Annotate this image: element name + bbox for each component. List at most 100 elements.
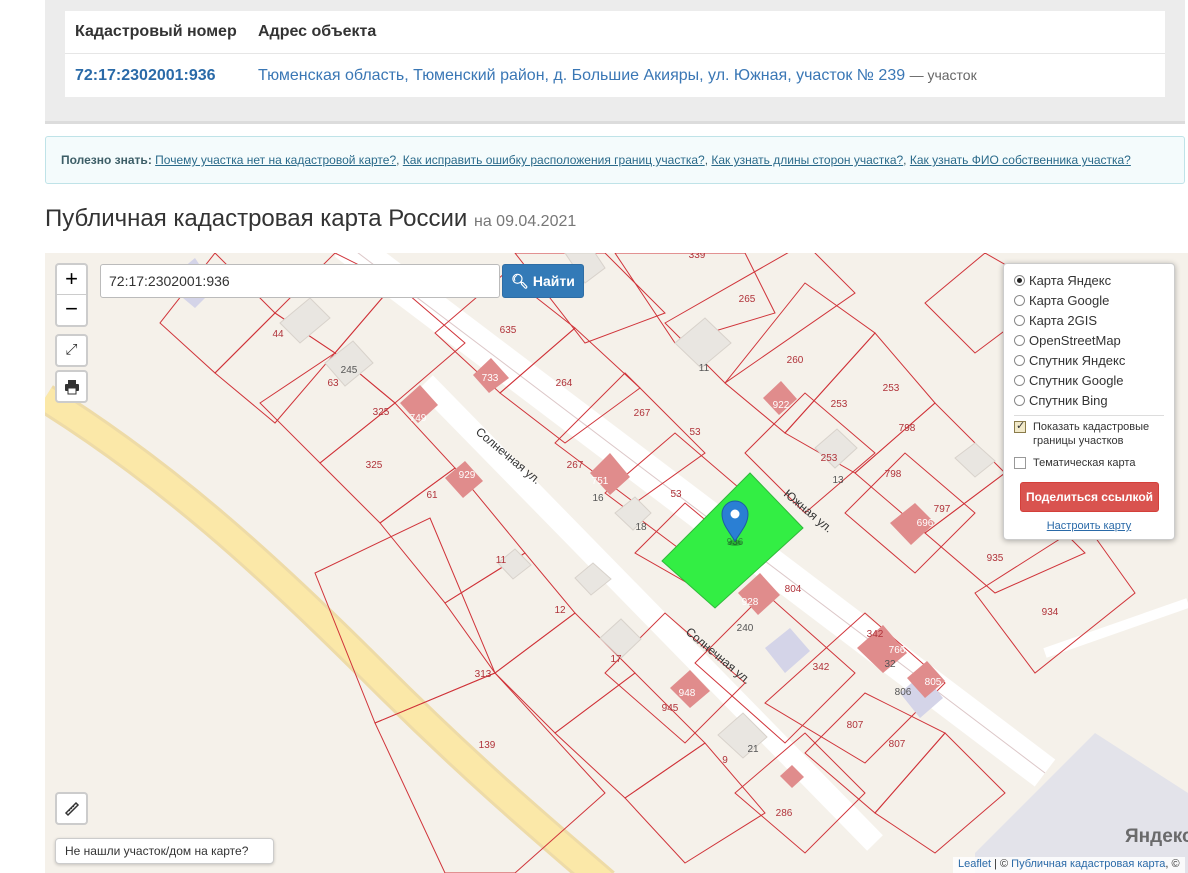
layer-option-google-map[interactable]: Карта Google bbox=[1014, 290, 1174, 310]
layer-label: Карта Google bbox=[1029, 292, 1110, 308]
layer-option-google-satellite[interactable]: Спутник Google bbox=[1014, 370, 1174, 390]
parcel-label: 17 bbox=[610, 654, 622, 665]
cadastral-search-input[interactable] bbox=[100, 264, 500, 298]
parcel-label: 807 bbox=[847, 720, 864, 731]
parcel-label: 44 bbox=[272, 329, 284, 340]
search-button[interactable]: 🔍︎ Найти bbox=[502, 264, 584, 298]
print-button[interactable] bbox=[55, 370, 88, 403]
attribution-tail: , © bbox=[1165, 858, 1180, 870]
parcel-label: 325 bbox=[373, 407, 390, 418]
leaflet-link[interactable]: Leaflet bbox=[958, 858, 991, 870]
parcel-label: 53 bbox=[689, 427, 701, 438]
useful-link-side-lengths[interactable]: Как узнать длины сторон участка? bbox=[711, 153, 903, 167]
show-borders-checkbox[interactable]: Показать кадастровые границы участков bbox=[1014, 419, 1174, 448]
zoom-control: + − bbox=[55, 263, 88, 327]
parcel-label: 53 bbox=[670, 489, 682, 500]
parcel-label: 253 bbox=[831, 399, 848, 410]
parcel-label: 934 bbox=[1042, 607, 1059, 618]
parcel-label: 63 bbox=[327, 378, 339, 389]
layer-option-yandex-map[interactable]: Карта Яндекс bbox=[1014, 270, 1174, 290]
layer-label: Карта 2GIS bbox=[1029, 312, 1098, 328]
ruler-button[interactable] bbox=[55, 792, 88, 825]
parcel-label: 265 bbox=[739, 294, 756, 305]
pkk-link[interactable]: Публичная кадастровая карта bbox=[1011, 858, 1165, 870]
parcel-label: 253 bbox=[883, 383, 900, 394]
parcel-label: 805 bbox=[925, 677, 942, 688]
parcel-label: 267 bbox=[567, 460, 584, 471]
useful-link-owner-name[interactable]: Как узнать ФИО собственника участка? bbox=[910, 153, 1131, 167]
cadastral-map[interactable]: 339 265 44 635 245 63 733 264 11 260 253… bbox=[45, 253, 1188, 873]
parcel-label: 342 bbox=[867, 629, 884, 640]
radio-icon bbox=[1014, 294, 1025, 306]
parcel-label: 61 bbox=[426, 490, 438, 501]
parcel-label: 32 bbox=[884, 659, 896, 670]
expand-icon: ⤢ bbox=[65, 341, 78, 358]
table-header-row: Кадастровый номер Адрес объекта bbox=[65, 11, 1165, 54]
parcel-label: 696 bbox=[917, 518, 934, 529]
parcel-label: 9 bbox=[722, 755, 728, 766]
parcel-label: 245 bbox=[341, 365, 358, 376]
useful-link-missing-parcel[interactable]: Почему участка нет на кадастровой карте? bbox=[155, 153, 396, 167]
not-found-button[interactable]: Не нашли участок/дом на карте? bbox=[55, 838, 274, 864]
thematic-map-label: Тематическая карта bbox=[1033, 457, 1136, 469]
divider bbox=[1014, 415, 1164, 416]
parcel-label: 804 bbox=[785, 584, 802, 595]
layer-option-yandex-satellite[interactable]: Спутник Яндекс bbox=[1014, 350, 1174, 370]
zoom-out-button[interactable]: − bbox=[57, 295, 86, 325]
parcel-label: 240 bbox=[737, 623, 754, 634]
page-title-text: Публичная кадастровая карта России bbox=[45, 205, 468, 232]
layer-option-bing-satellite[interactable]: Спутник Bing bbox=[1014, 390, 1174, 410]
share-link-button[interactable]: Поделиться ссылкой bbox=[1020, 482, 1159, 512]
parcel-label: 928 bbox=[742, 597, 759, 608]
ruler-icon bbox=[64, 801, 79, 817]
parcel-label: 18 bbox=[635, 522, 647, 533]
parcel-label: 325 bbox=[366, 460, 383, 471]
parcel-label: 806 bbox=[895, 687, 912, 698]
radio-icon bbox=[1014, 374, 1025, 386]
parcel-label: 21 bbox=[747, 744, 759, 755]
layer-option-2gis-map[interactable]: Карта 2GIS bbox=[1014, 310, 1174, 330]
parcel-label: 139 bbox=[479, 740, 496, 751]
parcel-label: 260 bbox=[787, 355, 804, 366]
parcel-label: 253 bbox=[821, 453, 838, 464]
parcel-label: 13 bbox=[832, 475, 844, 486]
layer-label: Спутник Яндекс bbox=[1029, 352, 1126, 368]
address-header: Адрес объекта bbox=[258, 23, 377, 40]
layer-label: Карта Яндекс bbox=[1029, 272, 1112, 288]
parcel-label: 798 bbox=[885, 469, 902, 480]
parcel-label: 948 bbox=[679, 688, 696, 699]
parcel-label: 313 bbox=[475, 669, 492, 680]
search-button-label: Найти bbox=[532, 273, 575, 289]
page-title: Публичная кадастровая карта России на 09… bbox=[45, 205, 576, 233]
parcel-label: 733 bbox=[482, 373, 499, 384]
parcel-label: 11 bbox=[699, 363, 710, 374]
cadastral-number-link[interactable]: 72:17:2302001:936 bbox=[75, 67, 216, 84]
checkbox-icon bbox=[1014, 457, 1026, 469]
parcel-label: 635 bbox=[500, 325, 517, 336]
parcel-label: 935 bbox=[987, 553, 1004, 564]
thematic-map-checkbox[interactable]: Тематическая карта bbox=[1014, 456, 1174, 470]
useful-link-fix-borders[interactable]: Как исправить ошибку расположения границ… bbox=[403, 153, 705, 167]
parcel-label: 929 bbox=[459, 470, 476, 481]
parcel-label: 11 bbox=[496, 555, 507, 566]
parcel-label: 264 bbox=[556, 378, 573, 389]
configure-map-link[interactable]: Настроить карту bbox=[1014, 520, 1174, 532]
zoom-in-button[interactable]: + bbox=[57, 265, 86, 295]
fullscreen-button[interactable]: ⤢ bbox=[55, 334, 88, 367]
yandex-logo: Яндекс bbox=[1125, 826, 1188, 847]
map-date: на 09.04.2021 bbox=[474, 213, 577, 230]
parcel-label: 798 bbox=[899, 423, 916, 434]
parcel-label: 339 bbox=[689, 253, 706, 261]
checkbox-checked-icon bbox=[1014, 419, 1026, 433]
parcel-label: 16 bbox=[592, 493, 604, 504]
cadastral-number-header: Кадастровый номер bbox=[75, 23, 237, 40]
object-info-panel: Кадастровый номер Адрес объекта 72:17:23… bbox=[45, 0, 1185, 124]
radio-icon bbox=[1014, 354, 1025, 366]
table-row: 72:17:2302001:936 Тюменская область, Тюм… bbox=[65, 54, 1165, 97]
show-borders-label: Показать кадастровые границы участков bbox=[1033, 421, 1150, 447]
printer-icon bbox=[64, 380, 79, 395]
useful-links-box: Полезно знать: Почему участка нет на кад… bbox=[45, 136, 1185, 184]
address-link[interactable]: Тюменская область, Тюменский район, д. Б… bbox=[258, 67, 905, 84]
layer-option-osm[interactable]: OpenStreetMap bbox=[1014, 330, 1174, 350]
parcel-label: 751 bbox=[592, 476, 609, 487]
